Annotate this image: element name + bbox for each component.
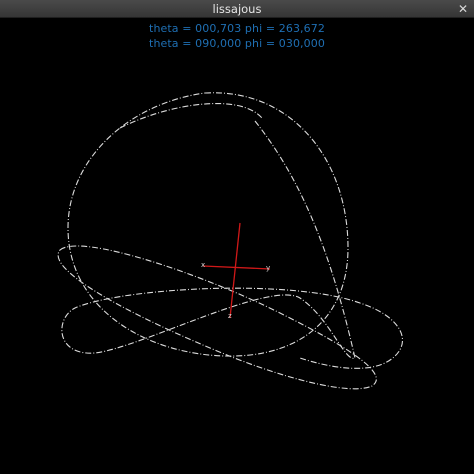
lissajous-curve-ellipse: [57, 245, 377, 390]
app-window: lissajous ✕ theta = 000,703 phi = 263,67…: [0, 0, 474, 474]
axis-label-z: z: [228, 312, 232, 320]
lissajous-curve-band: [61, 120, 404, 369]
lissajous-curve-arc: [119, 102, 263, 129]
axis-horizontal: [202, 265, 271, 270]
axis-label-x: x: [201, 261, 205, 269]
title-bar[interactable]: lissajous ✕: [0, 0, 474, 18]
close-icon[interactable]: ✕: [456, 2, 470, 16]
lissajous-canvas[interactable]: x y z: [0, 18, 474, 474]
axis-label-y: y: [266, 264, 270, 272]
lissajous-curve-circle: [67, 92, 349, 357]
axis-vertical: [229, 222, 241, 319]
window-title: lissajous: [212, 2, 262, 16]
